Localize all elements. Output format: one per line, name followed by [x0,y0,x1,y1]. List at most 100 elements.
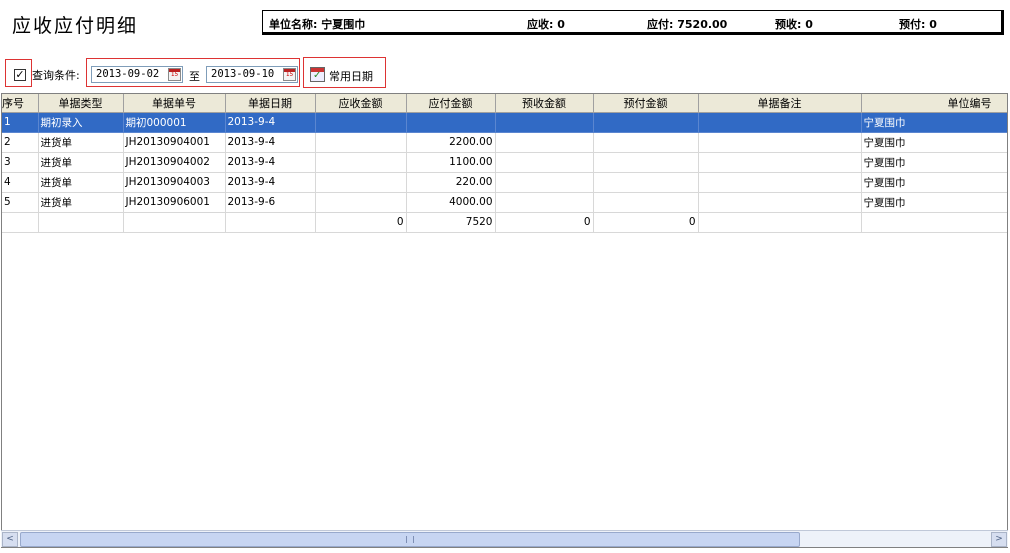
date-from-input[interactable]: 2013-09-02 15 [91,66,183,83]
total-cell [2,212,39,233]
table-row[interactable]: 1 期初录入 期初000001 2013-9-4 宁夏围巾 [2,112,1007,133]
table-cell [315,152,407,173]
table-cell: 宁夏围巾 [861,152,1007,173]
column-header[interactable]: 单据单号 [123,94,226,113]
prepaid-paid-text: 预付: 0 [899,18,937,31]
query-condition-checkbox[interactable]: ✓ [14,69,26,81]
table-cell [315,192,407,213]
column-header[interactable]: 单据日期 [225,94,316,113]
table-cell: JH20130904001 [123,132,226,153]
column-header[interactable]: 单据类型 [38,94,124,113]
date-to-value: 2013-09-10 [211,68,275,80]
table-cell: 2013-9-4 [225,132,316,153]
table-cell [698,172,862,193]
table-cell [593,172,699,193]
table-cell: 期初000001 [123,112,226,133]
date-range-group: 2013-09-02 15 至 2013-09-10 15 [86,58,300,87]
total-cell: 7520 [406,212,496,233]
query-condition-checkbox-wrap: ✓ [5,59,32,87]
table-row[interactable]: 3 进货单 JH20130904002 2013-9-4 1100.00 宁夏围巾 [2,152,1007,173]
prepaid-received-text: 预收: 0 [775,18,813,31]
column-header[interactable]: 预付金额 [593,94,699,113]
table-cell: 5 [2,192,39,213]
column-header[interactable]: 单据备注 [698,94,862,113]
scroll-right-icon[interactable]: > [991,532,1007,547]
column-header[interactable]: 应收金额 [315,94,407,113]
table-cell [593,132,699,153]
table-cell: 进货单 [38,192,124,213]
totals-row: 0 7520 0 0 [2,212,1007,233]
table-cell: 2013-9-6 [225,192,316,213]
table-cell [315,132,407,153]
table-cell: 2200.00 [406,132,496,153]
table-cell: 2013-9-4 [225,172,316,193]
table-cell: 1 [2,112,39,133]
table-cell [698,132,862,153]
total-cell [861,212,1007,233]
calendar-check-icon [310,67,325,82]
table-cell [315,112,407,133]
table-cell [593,112,699,133]
table-cell: 3 [2,152,39,173]
calendar-icon[interactable]: 15 [168,68,181,81]
table-cell: 宁夏围巾 [861,132,1007,153]
table-row[interactable]: 5 进货单 JH20130906001 2013-9-6 4000.00 宁夏围巾 [2,192,1007,213]
table-cell [315,172,407,193]
total-cell: 0 [315,212,407,233]
table-cell [495,172,594,193]
total-cell [123,212,226,233]
total-cell: 0 [495,212,594,233]
table-cell [593,152,699,173]
scrollbar-thumb[interactable] [20,532,800,547]
table-cell: 2013-9-4 [225,152,316,173]
table-header-row: 序号 单据类型 单据单号 单据日期 应收金额 应付金额 预收金额 预付金额 单据备注 单位编号 [2,94,1007,113]
column-header[interactable]: 应付金额 [406,94,496,113]
table-row[interactable]: 4 进货单 JH20130904003 2013-9-4 220.00 宁夏围巾 [2,172,1007,193]
total-cell [225,212,316,233]
common-dates-button[interactable]: 常用日期 [303,57,386,88]
table-cell: 进货单 [38,132,124,153]
table-cell: 220.00 [406,172,496,193]
table-cell [495,192,594,213]
table-cell: 4000.00 [406,192,496,213]
table-cell [698,112,862,133]
table-cell: 2 [2,132,39,153]
total-cell [38,212,124,233]
grip-icon [406,536,414,543]
column-header[interactable]: 单位编号 [861,94,1007,113]
common-dates-label: 常用日期 [329,70,373,83]
table-cell: JH20130904003 [123,172,226,193]
table-cell: 2013-9-4 [225,112,316,133]
date-separator: 至 [189,70,200,83]
calendar-icon[interactable]: 15 [283,68,296,81]
date-to-input[interactable]: 2013-09-10 15 [206,66,298,83]
payable-text: 应付: 7520.00 [647,18,728,31]
table-cell: 进货单 [38,152,124,173]
column-header[interactable]: 预收金额 [495,94,594,113]
column-header[interactable]: 序号 [2,94,39,113]
total-cell [698,212,862,233]
detail-table[interactable]: 序号 单据类型 单据单号 单据日期 应收金额 应付金额 预收金额 预付金额 单据备注 单位编号 1… [1,93,1008,548]
query-condition-label: 查询条件: [32,69,80,82]
table-cell: 期初录入 [38,112,124,133]
summary-info-box: 单位名称: 宁夏围巾 应收: 0 应付: 7520.00 预收: 0 预付: 0 [262,10,1004,35]
table-cell: JH20130904002 [123,152,226,173]
table-cell: 宁夏围巾 [861,172,1007,193]
table-row[interactable]: 2 进货单 JH20130904001 2013-9-4 2200.00 宁夏围巾 [2,132,1007,153]
unit-name-text: 单位名称: 宁夏围巾 [269,18,366,31]
table-cell [495,152,594,173]
table-cell [495,112,594,133]
horizontal-scrollbar[interactable]: < > [1,530,1008,547]
table-cell: 宁夏围巾 [861,192,1007,213]
table-cell [495,132,594,153]
table-cell: 进货单 [38,172,124,193]
table-cell [406,112,496,133]
scroll-left-icon[interactable]: < [2,532,18,547]
table-cell: 1100.00 [406,152,496,173]
total-cell: 0 [593,212,699,233]
table-cell [593,192,699,213]
table-cell: 4 [2,172,39,193]
receivable-text: 应收: 0 [527,18,565,31]
date-from-value: 2013-09-02 [96,68,160,80]
table-cell [698,192,862,213]
